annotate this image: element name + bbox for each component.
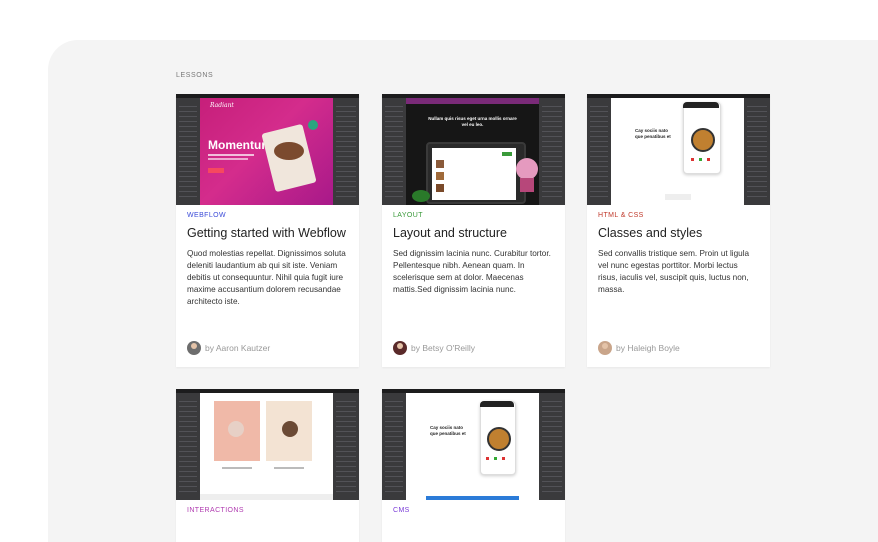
lesson-author[interactable]: by Haleigh Boyle bbox=[598, 341, 680, 355]
lesson-author[interactable]: by Aaron Kautzer bbox=[187, 341, 270, 355]
avatar bbox=[598, 341, 612, 355]
avatar bbox=[393, 341, 407, 355]
lesson-tag: WEBFLOW bbox=[187, 212, 226, 219]
author-name: by Aaron Kautzer bbox=[205, 343, 271, 353]
lesson-title[interactable]: Layout and structure bbox=[393, 226, 554, 240]
lesson-description: Quod molestias repellat. Dignissimos sol… bbox=[187, 249, 346, 306]
lesson-card-layout[interactable]: Nullam quis risus eget urna mollis ornar… bbox=[382, 94, 565, 367]
section-label: LESSONS bbox=[176, 72, 214, 79]
lesson-description: Sed dignissim lacinia nunc. Curabitur to… bbox=[393, 249, 551, 294]
lesson-tag: HTML & CSS bbox=[598, 212, 644, 219]
author-name: by Betsy O'Reilly bbox=[411, 343, 475, 353]
thumb-heading: Nullam quis risus eget urna mollis ornar… bbox=[428, 116, 517, 127]
author-name: by Haleigh Boyle bbox=[616, 343, 680, 353]
thumb-heading: Cay sociis nato que penatibus et bbox=[635, 128, 671, 139]
lesson-card-interactions[interactable]: INTERACTIONS bbox=[176, 389, 359, 542]
lesson-author[interactable]: by Betsy O'Reilly bbox=[393, 341, 475, 355]
lesson-thumbnail: Nullam quis risus eget urna mollis ornar… bbox=[382, 94, 565, 205]
lesson-description: Sed convallis tristique sem. Proin ut li… bbox=[598, 249, 750, 294]
lesson-card-webflow[interactable]: Radiant Momentum WEBFLOW Getting started… bbox=[176, 94, 359, 367]
lesson-card-html-css[interactable]: Cay sociis nato que penatibus et HTML & … bbox=[587, 94, 770, 367]
lesson-thumbnail: Radiant Momentum bbox=[176, 94, 359, 205]
lessons-panel: LESSONS Radiant Momentum WEBFLOW Getting… bbox=[48, 40, 878, 542]
avatar bbox=[187, 341, 201, 355]
lesson-tag: INTERACTIONS bbox=[187, 507, 244, 514]
lesson-card-cms[interactable]: Cay sociis nato que penatibus et CMS bbox=[382, 389, 565, 542]
thumb-heading: Cay sociis nato que penatibus et bbox=[430, 425, 466, 436]
lesson-title[interactable]: Classes and styles bbox=[598, 226, 759, 240]
lesson-tag: CMS bbox=[393, 507, 410, 514]
lesson-title[interactable]: Getting started with Webflow bbox=[187, 226, 348, 240]
lesson-thumbnail: Cay sociis nato que penatibus et bbox=[587, 94, 770, 205]
lesson-thumbnail bbox=[176, 389, 359, 500]
lesson-tag: LAYOUT bbox=[393, 212, 423, 219]
thumb-logo: Radiant bbox=[210, 102, 234, 109]
lesson-thumbnail: Cay sociis nato que penatibus et bbox=[382, 389, 565, 500]
